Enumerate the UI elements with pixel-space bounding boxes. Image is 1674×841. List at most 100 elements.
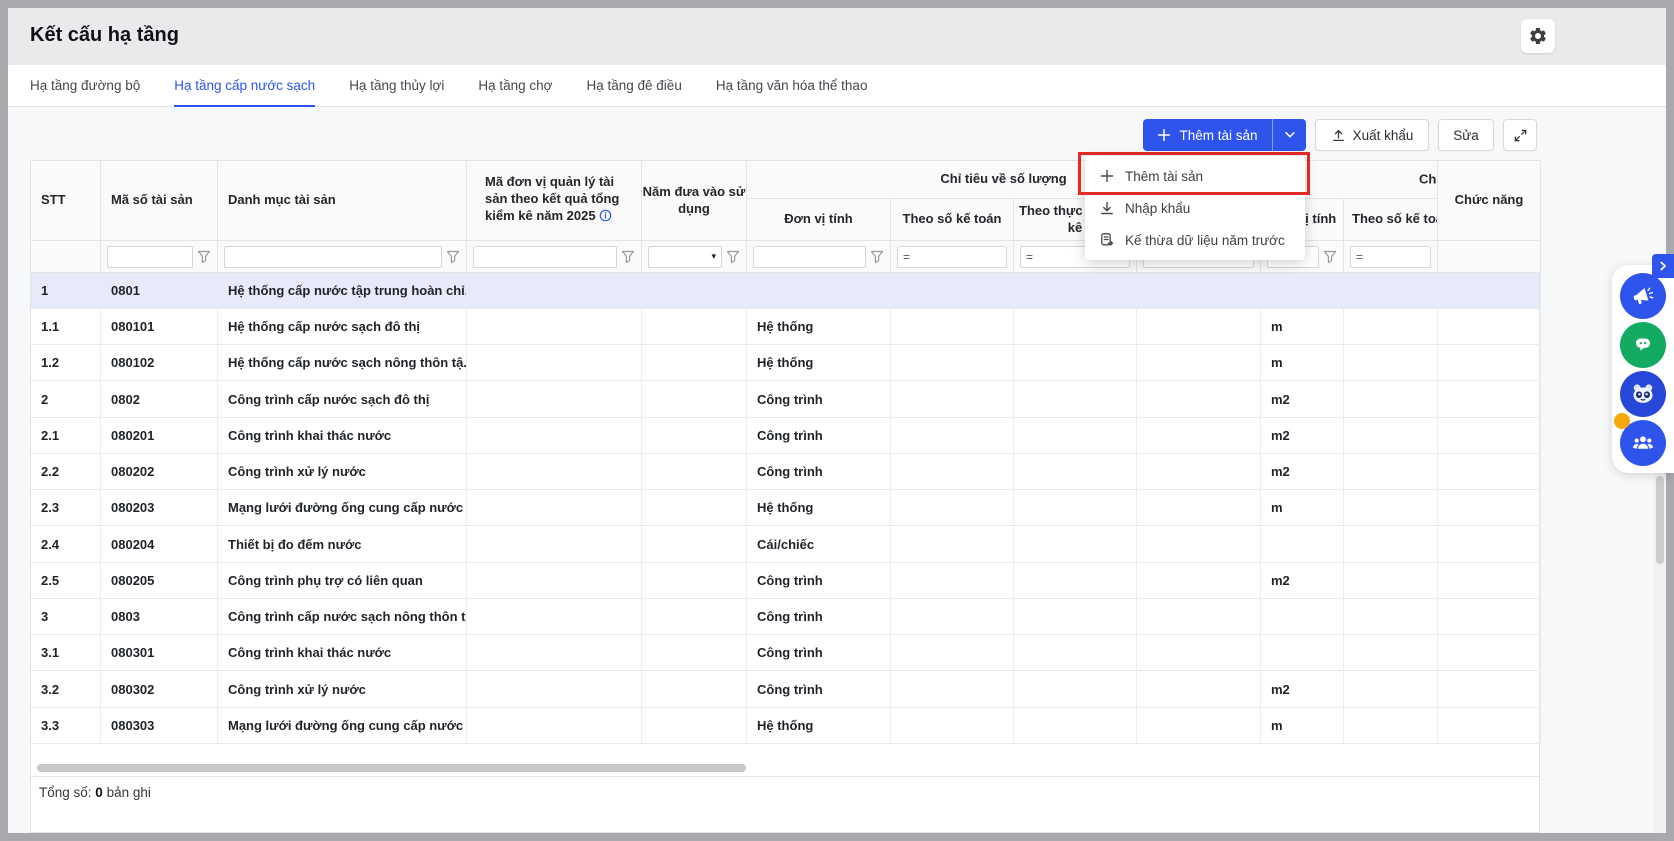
cell-stt: 2.3 <box>31 490 101 525</box>
column-header-unit[interactable]: Đơn vị tính <box>747 199 891 241</box>
filter-cell-unit <box>747 241 891 273</box>
table-row[interactable]: 2.1 080201 Công trình khai thác nước Côn… <box>31 418 1541 454</box>
page: Kết cấu hạ tầng Hạ tầng đường bộ Hạ tầng… <box>8 8 1666 833</box>
column-header-by-book[interactable]: Theo số kế toán <box>891 199 1014 241</box>
cell-unit2: m2 <box>1261 382 1344 417</box>
chatbot-button[interactable] <box>1620 371 1666 417</box>
cell-unit2: m <box>1261 309 1344 344</box>
cell-stt: 2.2 <box>31 454 101 489</box>
table-row[interactable]: 3.3 080303 Mạng lưới đường ống cung cấp … <box>31 708 1541 744</box>
add-asset-button[interactable]: Thêm tài sản <box>1143 119 1272 151</box>
cell-unit <box>747 273 891 308</box>
menu-item-inherit-data[interactable]: Kế thừa dữ liệu năm trước <box>1085 224 1305 256</box>
column-header-code[interactable]: Mã số tài sản <box>101 161 218 241</box>
cell-unit: Công trình <box>747 563 891 598</box>
info-icon[interactable] <box>599 209 612 227</box>
cell-code: 080202 <box>101 454 218 489</box>
cell-stt: 3.3 <box>31 708 101 743</box>
cell <box>1438 345 1541 380</box>
tab-ha-tang-cap-nuoc-sach[interactable]: Hạ tầng cấp nước sạch <box>174 65 315 107</box>
table-row[interactable]: 2 0802 Công trình cấp nước sạch đô thị C… <box>31 382 1541 418</box>
filter-input-name[interactable] <box>224 245 442 268</box>
cell-name: Mạng lưới đường ống cung cấp nước ... <box>218 708 467 743</box>
filter-cell-by-book2: = <box>1344 241 1438 273</box>
settings-button[interactable] <box>1521 19 1555 53</box>
cell <box>642 454 747 489</box>
filter-input-unit[interactable] <box>753 245 866 268</box>
cell <box>1438 599 1541 634</box>
filter-funnel-icon[interactable] <box>197 250 211 264</box>
collapse-panel-button[interactable] <box>1652 254 1674 278</box>
filter-funnel-icon[interactable] <box>870 250 884 264</box>
filter-funnel-icon[interactable] <box>621 250 635 264</box>
cell-unit2: m <box>1261 490 1344 525</box>
cell-unit2: m <box>1261 708 1344 743</box>
table-row[interactable]: 1.2 080102 Hệ thống cấp nước sạch nông t… <box>31 345 1541 381</box>
table-row[interactable]: 1.1 080101 Hệ thống cấp nước sạch đô thị… <box>31 309 1541 345</box>
expand-button[interactable] <box>1503 119 1537 151</box>
filter-input-by-book2[interactable]: = <box>1350 245 1431 268</box>
column-header-by-book2[interactable]: Theo số kế toán <box>1344 199 1438 241</box>
column-header-name[interactable]: Danh mục tài sản <box>218 161 467 241</box>
notification-badge <box>1614 413 1630 429</box>
menu-item-import[interactable]: Nhập khẩu <box>1085 192 1305 224</box>
cell <box>642 672 747 707</box>
filter-cell-func <box>1438 241 1541 273</box>
edit-button[interactable]: Sửa <box>1438 119 1494 151</box>
table-row[interactable]: 1 0801 Hệ thống cấp nước tập trung hoàn … <box>31 273 1541 309</box>
cell-code: 080205 <box>101 563 218 598</box>
export-button[interactable]: Xuất khẩu <box>1315 119 1429 151</box>
cell <box>1438 454 1541 489</box>
tab-ha-tang-thuy-loi[interactable]: Hạ tầng thủy lợi <box>349 65 444 106</box>
cell <box>467 599 642 634</box>
announcements-button[interactable] <box>1620 273 1666 319</box>
table-row[interactable]: 3 0803 Công trình cấp nước sạch nông thô… <box>31 599 1541 635</box>
cell-unit: Hệ thống <box>747 345 891 380</box>
vertical-scrollbar[interactable] <box>1656 476 1664 564</box>
cell <box>1014 490 1137 525</box>
filter-input-code[interactable] <box>107 245 193 268</box>
table-row[interactable]: 2.3 080203 Mạng lưới đường ống cung cấp … <box>31 490 1541 526</box>
tabbar: Hạ tầng đường bộ Hạ tầng cấp nước sạch H… <box>8 65 1666 107</box>
column-header-year[interactable]: Năm đưa vào sử dụng <box>642 161 747 241</box>
cell <box>1344 490 1438 525</box>
cell <box>642 345 747 380</box>
table-row[interactable]: 3.1 080301 Công trình khai thác nước Côn… <box>31 635 1541 671</box>
filter-input-mgmt[interactable] <box>473 245 617 268</box>
cell <box>467 708 642 743</box>
cell <box>891 345 1014 380</box>
filter-funnel-icon[interactable] <box>446 250 460 264</box>
filter-select-year[interactable]: ▾ <box>648 245 722 268</box>
filter-funnel-icon[interactable] <box>1323 250 1337 264</box>
column-header-stt[interactable]: STT <box>31 161 101 241</box>
cell <box>1014 418 1137 453</box>
tab-ha-tang-duong-bo[interactable]: Hạ tầng đường bộ <box>30 65 140 106</box>
column-header-mgmt-unit[interactable]: Mã đơn vị quản lý tài sản theo kết quả t… <box>467 161 642 241</box>
cell-name: Mạng lưới đường ống cung cấp nước ... <box>218 490 467 525</box>
cell <box>642 635 747 670</box>
table-row[interactable]: 2.2 080202 Công trình xử lý nước Công tr… <box>31 454 1541 490</box>
cell-code: 080101 <box>101 309 218 344</box>
tab-ha-tang-cho[interactable]: Hạ tầng chợ <box>478 65 552 106</box>
cell-name: Công trình khai thác nước <box>218 418 467 453</box>
cell <box>1137 563 1261 598</box>
gear-icon <box>1530 27 1546 44</box>
cell <box>642 599 747 634</box>
filter-funnel-icon[interactable] <box>726 250 740 264</box>
cell <box>1344 345 1438 380</box>
table-row[interactable]: 2.4 080204 Thiết bị đo đếm nước Cái/chiế… <box>31 527 1541 563</box>
menu-item-add-asset[interactable]: Thêm tài sản <box>1085 160 1305 192</box>
tab-ha-tang-de-dieu[interactable]: Hạ tầng đê điều <box>587 65 682 106</box>
cell <box>1438 382 1541 417</box>
filter-input-by-book[interactable]: = <box>897 245 1007 268</box>
table-row[interactable]: 3.2 080302 Công trình xử lý nước Công tr… <box>31 672 1541 708</box>
chat-button[interactable] <box>1620 322 1666 368</box>
add-asset-dropdown-button[interactable] <box>1272 119 1306 151</box>
horizontal-scrollbar[interactable] <box>37 764 746 772</box>
cell-stt: 2.5 <box>31 563 101 598</box>
column-header-func[interactable]: Chức năng <box>1438 161 1541 241</box>
tab-ha-tang-van-hoa-the-thao[interactable]: Hạ tầng văn hóa thể thao <box>716 65 868 106</box>
cell <box>1438 635 1541 670</box>
cell-code: 0802 <box>101 382 218 417</box>
table-row[interactable]: 2.5 080205 Công trình phụ trợ có liên qu… <box>31 563 1541 599</box>
